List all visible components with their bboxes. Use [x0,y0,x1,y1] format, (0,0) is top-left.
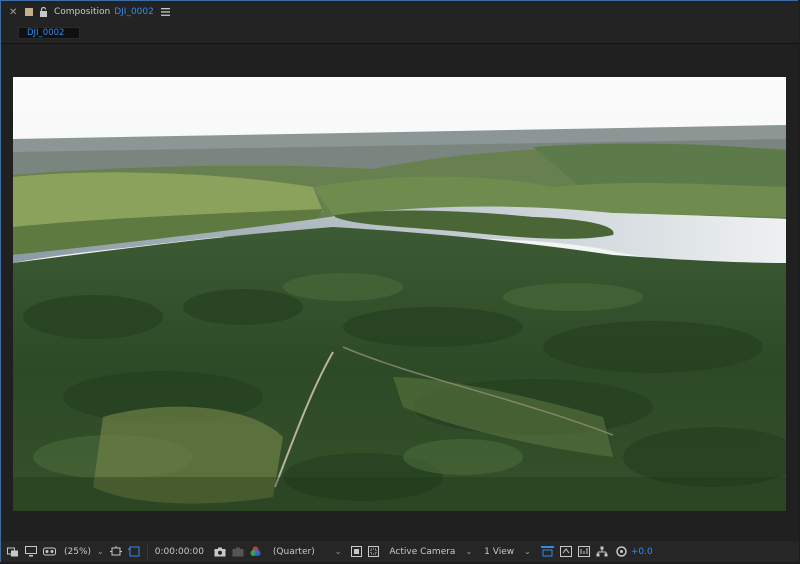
fit-frame-icon[interactable] [109,546,122,557]
current-timecode[interactable]: 0:00:00:00 [155,547,204,557]
always-preview-icon[interactable] [7,546,19,557]
panel-titlebar: ✕ Composition DJI_0002 [1,1,799,23]
exposure-value[interactable]: +0.0 [631,547,653,557]
vr-goggles-icon[interactable] [43,547,56,557]
panel-menu-icon[interactable] [160,8,170,16]
chevron-down-icon: ⌄ [334,547,342,556]
fast-draft-icon[interactable] [559,546,572,557]
chevron-down-icon: ⌄ [465,547,473,556]
flowchart-icon[interactable] [596,546,608,557]
color-channels-icon[interactable] [250,546,261,557]
transparency-grid-icon[interactable] [368,546,380,557]
show-snapshot-icon[interactable] [232,547,244,557]
lock-icon[interactable] [39,7,48,17]
camera-select[interactable]: Active Camera ⌄ [389,547,472,557]
view-layout-select[interactable]: 1 View ⌄ [484,547,531,557]
camera-value: Active Camera [389,546,456,557]
close-icon[interactable]: ✕ [9,7,19,18]
panel-title-label: Composition [54,7,111,17]
resolution-value: (Quarter) [272,546,315,557]
monitor-icon[interactable] [25,546,37,557]
timeline-icon[interactable] [577,546,590,557]
resolution-select[interactable]: (Quarter) ⌄ [273,547,342,557]
composition-frame-image[interactable] [13,77,786,511]
zoom-select[interactable]: (25%) ⌄ [64,547,104,557]
region-of-interest-icon[interactable] [127,546,140,557]
exposure-icon[interactable] [616,546,627,557]
view-layout-value: 1 View [484,546,515,557]
toggle-pixel-aspect-icon[interactable] [540,546,554,557]
comp-tabbar: DJI_0002 [1,23,799,44]
chevron-down-icon: ⌄ [524,547,531,556]
panel-comp-name[interactable]: DJI_0002 [114,7,154,17]
chevron-down-icon: ⌄ [97,547,104,556]
comp-tab[interactable]: DJI_0002 [18,27,80,39]
fast-previews-icon[interactable] [351,546,363,557]
panel-color-swatch[interactable] [25,8,33,16]
divider [146,544,148,559]
viewer-statusbar: (25%) ⌄ 0:00:00:00 (Quarter) ⌄ Active Ca… [1,541,799,562]
zoom-value: (25%) [64,546,92,557]
camera-snapshot-icon[interactable] [214,547,226,557]
